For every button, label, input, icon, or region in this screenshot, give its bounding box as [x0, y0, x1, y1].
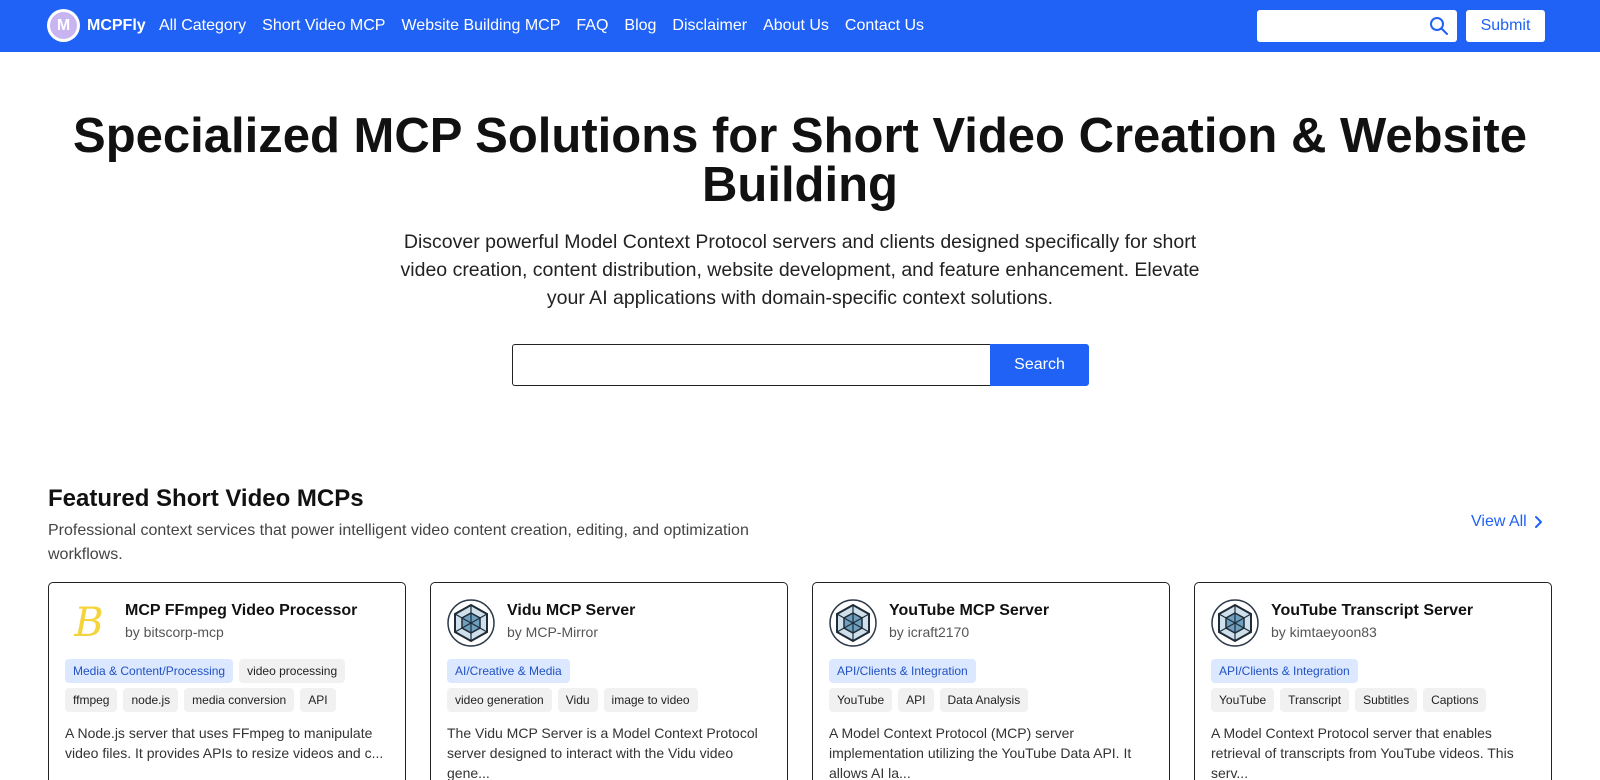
- brand-link[interactable]: M MCPFly: [47, 9, 146, 42]
- mcp-card[interactable]: YouTube MCP Server by icraft2170 API/Cli…: [812, 582, 1170, 780]
- mcp-card[interactable]: Vidu MCP Server by MCP-Mirror AI/Creativ…: [430, 582, 788, 780]
- submit-button[interactable]: Submit: [1466, 10, 1545, 42]
- nav-link-website-building-mcp[interactable]: Website Building MCP: [401, 17, 560, 35]
- tag[interactable]: Subtitles: [1355, 688, 1418, 712]
- view-all-link[interactable]: View All: [1471, 513, 1543, 531]
- hero-search-button[interactable]: Search: [990, 344, 1089, 386]
- card-title[interactable]: MCP FFmpeg Video Processor: [125, 601, 357, 621]
- hero-subtitle: Discover powerful Model Context Protocol…: [400, 231, 1200, 309]
- nav-link-disclaimer[interactable]: Disclaimer: [672, 17, 747, 35]
- tag[interactable]: Vidu: [557, 688, 598, 712]
- hero-title: Specialized MCP Solutions for Short Vide…: [73, 109, 1527, 212]
- chevron-right-icon: [1534, 516, 1542, 528]
- view-all-label: View All: [1471, 513, 1527, 530]
- nav-link-about-us[interactable]: About Us: [763, 17, 829, 35]
- card-title[interactable]: Vidu MCP Server: [507, 601, 635, 621]
- card-author: by bitscorp-mcp: [125, 624, 224, 640]
- b-letter-logo-icon: B: [65, 599, 113, 647]
- avatar-letter: B: [74, 600, 104, 646]
- featured-section-description: Professional context services that power…: [48, 522, 749, 563]
- card-description: The Vidu MCP Server is a Model Context P…: [447, 725, 758, 780]
- tag[interactable]: Transcript: [1280, 688, 1350, 712]
- card-author: by icraft2170: [889, 624, 970, 640]
- card-description: A Model Context Protocol (MCP) server im…: [829, 725, 1132, 780]
- tag[interactable]: video processing: [239, 659, 346, 683]
- hero-search-input[interactable]: [512, 344, 990, 386]
- card-description: A Node.js server that uses FFmpeg to man…: [65, 725, 384, 761]
- mcpfly-logo-icon: M: [47, 9, 80, 42]
- search-icon[interactable]: [1429, 16, 1449, 36]
- card-author: by MCP-Mirror: [507, 624, 598, 640]
- tag[interactable]: image to video: [603, 688, 698, 712]
- nav-link-blog[interactable]: Blog: [624, 17, 656, 35]
- category-tag[interactable]: API/Clients & Integration: [829, 659, 976, 683]
- logo-letter: M: [50, 12, 77, 39]
- nav-link-all-category[interactable]: All Category: [159, 17, 246, 35]
- card-title[interactable]: YouTube Transcript Server: [1271, 601, 1473, 621]
- nav-link-faq[interactable]: FAQ: [576, 17, 608, 35]
- card-tags: AI/Creative & Media video generation Vid…: [447, 659, 771, 717]
- tag[interactable]: Data Analysis: [939, 688, 1029, 712]
- tag[interactable]: YouTube: [829, 688, 893, 712]
- mcp-card[interactable]: B MCP FFmpeg Video Processor by bitscorp…: [48, 582, 406, 780]
- nav-link-short-video-mcp[interactable]: Short Video MCP: [262, 17, 385, 35]
- tag[interactable]: ffmpeg: [65, 688, 118, 712]
- nav-link-contact-us[interactable]: Contact Us: [845, 17, 924, 35]
- category-tag[interactable]: API/Clients & Integration: [1211, 659, 1358, 683]
- card-tags: Media & Content/Processing video process…: [65, 659, 389, 717]
- network-cube-icon: [447, 599, 495, 647]
- card-description: A Model Context Protocol server that ena…: [1211, 725, 1514, 780]
- tag[interactable]: API: [898, 688, 934, 712]
- tag[interactable]: node.js: [123, 688, 179, 712]
- tag[interactable]: YouTube: [1211, 688, 1275, 712]
- card-author: by kimtaeyoon83: [1271, 624, 1377, 640]
- featured-cards: B MCP FFmpeg Video Processor by bitscorp…: [48, 582, 1553, 780]
- brand-name: MCPFly: [87, 16, 146, 34]
- card-title[interactable]: YouTube MCP Server: [889, 601, 1049, 621]
- hero-search-bar: Search: [512, 344, 1089, 386]
- mcp-card[interactable]: YouTube Transcript Server by kimtaeyoon8…: [1194, 582, 1552, 780]
- tag[interactable]: Captions: [1423, 688, 1487, 712]
- card-tags: API/Clients & Integration YouTube API Da…: [829, 659, 1153, 717]
- category-tag[interactable]: AI/Creative & Media: [447, 659, 570, 683]
- tag[interactable]: video generation: [447, 688, 552, 712]
- nav-search-input[interactable]: [1257, 10, 1422, 42]
- featured-section-title: Featured Short Video MCPs: [48, 485, 364, 512]
- tag[interactable]: API: [300, 688, 336, 712]
- nav-links: All Category Short Video MCP Website Bui…: [159, 0, 940, 52]
- network-cube-icon: [1211, 599, 1259, 647]
- network-cube-icon: [829, 599, 877, 647]
- category-tag[interactable]: Media & Content/Processing: [65, 659, 234, 683]
- top-navbar: M MCPFly All Category Short Video MCP We…: [0, 0, 1600, 52]
- card-tags: API/Clients & Integration YouTube Transc…: [1211, 659, 1535, 717]
- nav-search-box: [1257, 10, 1457, 42]
- tag[interactable]: media conversion: [184, 688, 295, 712]
